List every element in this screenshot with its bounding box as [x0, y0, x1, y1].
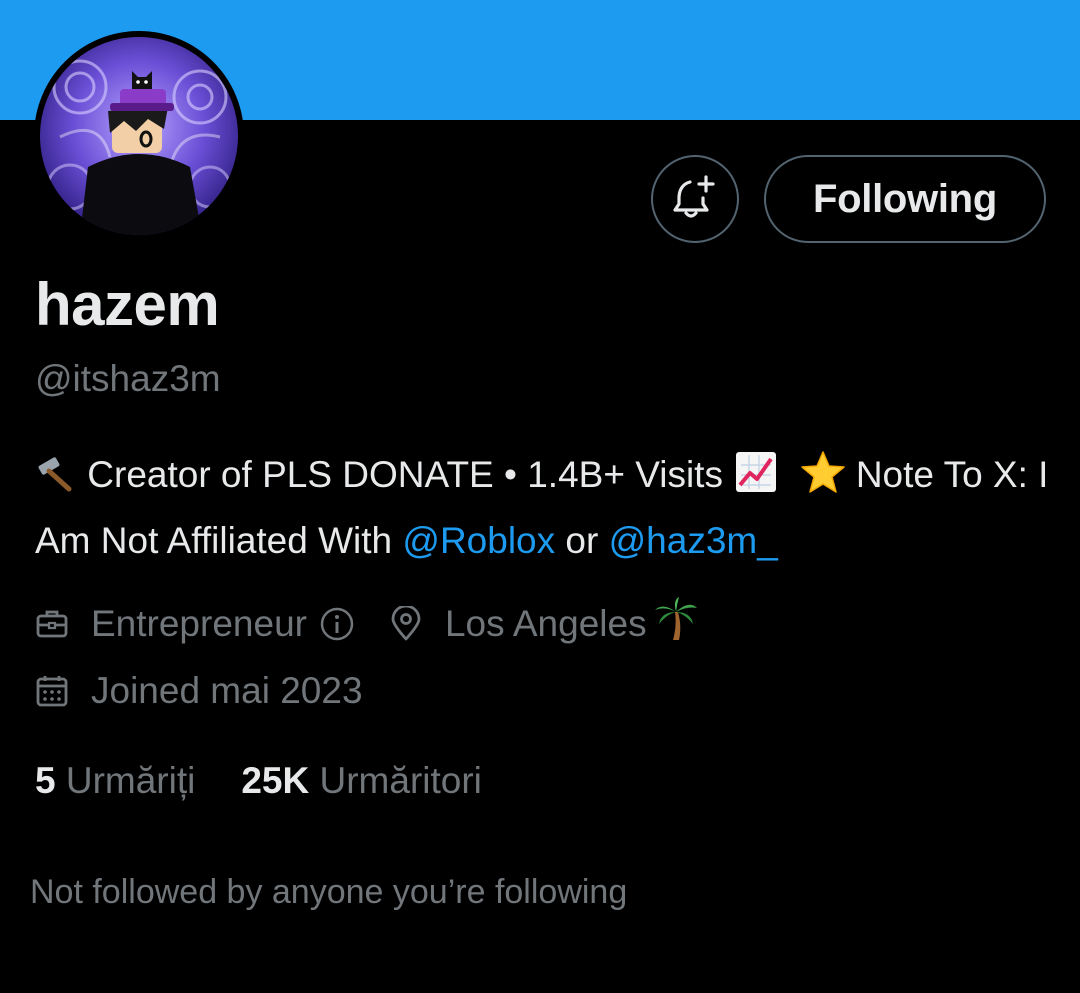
location-label: Los Angeles	[444, 602, 647, 644]
star-icon	[800, 449, 846, 512]
avatar-image	[40, 37, 238, 235]
joined-date: Joined mai 2023	[91, 670, 363, 711]
followers-label: Urmăritori	[319, 760, 482, 801]
category-label: Entrepreneur	[91, 602, 307, 644]
bio-text-or: or	[565, 520, 599, 561]
followers-count: 25K	[241, 760, 310, 801]
location-pin-icon	[389, 605, 423, 642]
profile-bio: Creator of PLS DONATE • 1.4B+ Visits Not…	[35, 446, 1055, 570]
following-count: 5	[35, 760, 56, 801]
location-item: Los Angeles	[389, 596, 699, 651]
bio-text-creator: Creator of PLS DONATE • 1.4B+ Visits	[87, 454, 723, 495]
profile-meta-row: Entrepreneur Los Angeles	[35, 596, 699, 651]
social-context-text: Not followed by anyone you’re following	[30, 873, 628, 911]
category-item[interactable]: Entrepreneur	[35, 603, 389, 645]
hammer-icon	[35, 453, 77, 512]
following-button[interactable]: Following	[764, 155, 1046, 243]
chart-increasing-icon	[733, 449, 779, 512]
display-name: hazem	[35, 271, 220, 338]
user-handle: @itshaz3m	[35, 358, 221, 399]
calendar-icon	[35, 674, 69, 708]
mention-roblox-link[interactable]: @Roblox	[402, 520, 555, 561]
palm-tree-icon	[653, 596, 699, 651]
bell-plus-icon	[672, 174, 718, 225]
mention-haz3m-link[interactable]: @haz3m_	[609, 520, 778, 561]
profile-page: Following hazem @itshaz3m Creator of PLS…	[0, 0, 1080, 993]
following-label: Urmăriți	[65, 760, 196, 801]
following-count-link[interactable]: 5 Urmăriți	[35, 760, 195, 802]
briefcase-icon	[35, 607, 69, 641]
joined-row: Joined mai 2023	[35, 670, 363, 712]
followers-count-link[interactable]: 25K Urmăritori	[241, 760, 482, 802]
info-icon[interactable]	[319, 606, 355, 642]
avatar[interactable]	[34, 31, 244, 241]
follow-stats: 5 Urmăriți 25K Urmăritori	[35, 760, 528, 802]
notifications-button[interactable]	[651, 155, 739, 243]
